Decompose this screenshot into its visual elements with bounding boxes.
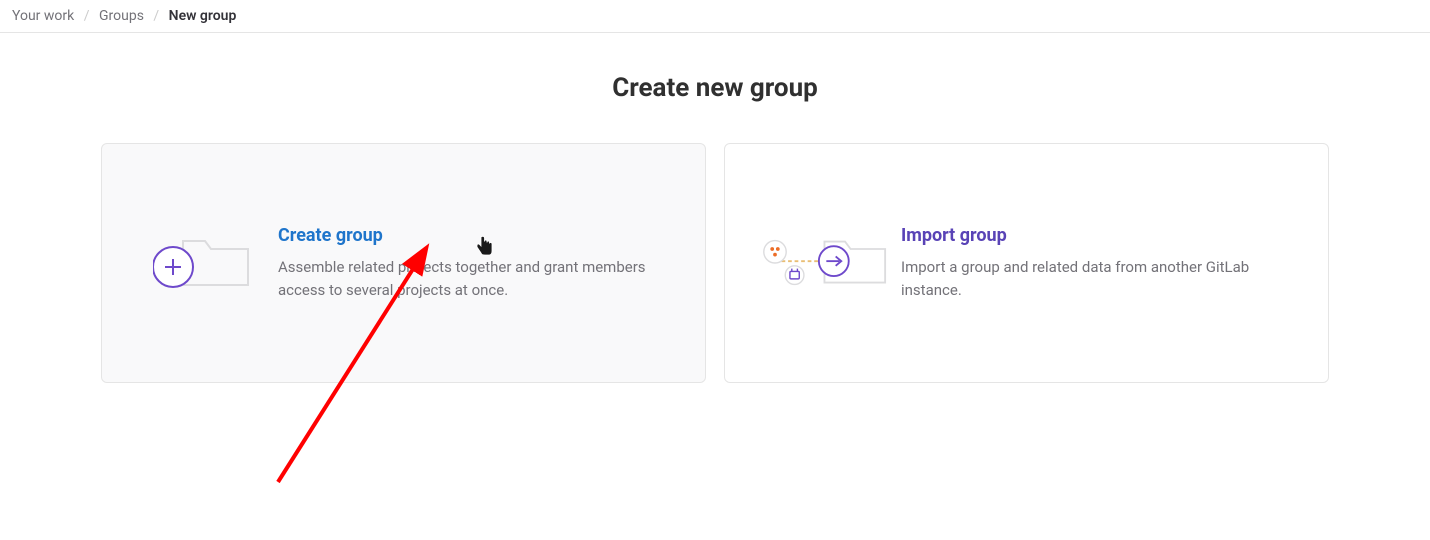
import-group-card[interactable]: Import group Import a group and related … [724,143,1329,383]
breadcrumb-separator: / [153,8,159,24]
create-group-text: Create group Assemble related projects t… [278,225,669,301]
breadcrumb-your-work[interactable]: Your work [12,8,74,24]
breadcrumb: Your work / Groups / New group [0,0,1430,33]
breadcrumb-groups[interactable]: Groups [99,8,144,24]
create-group-icon [138,223,278,303]
breadcrumb-current: New group [169,8,237,24]
breadcrumb-separator: / [84,8,90,24]
create-group-description: Assemble related projects together and g… [278,256,669,301]
import-group-icon [761,218,901,308]
import-group-title: Import group [901,225,1292,246]
import-group-description: Import a group and related data from ano… [901,256,1292,301]
page-title: Create new group [20,73,1410,103]
import-group-text: Import group Import a group and related … [901,225,1292,301]
create-group-card[interactable]: Create group Assemble related projects t… [101,143,706,383]
create-group-title: Create group [278,225,669,246]
option-cards: Create group Assemble related projects t… [20,143,1410,383]
main-content: Create new group Create group Assemble r… [0,33,1430,423]
